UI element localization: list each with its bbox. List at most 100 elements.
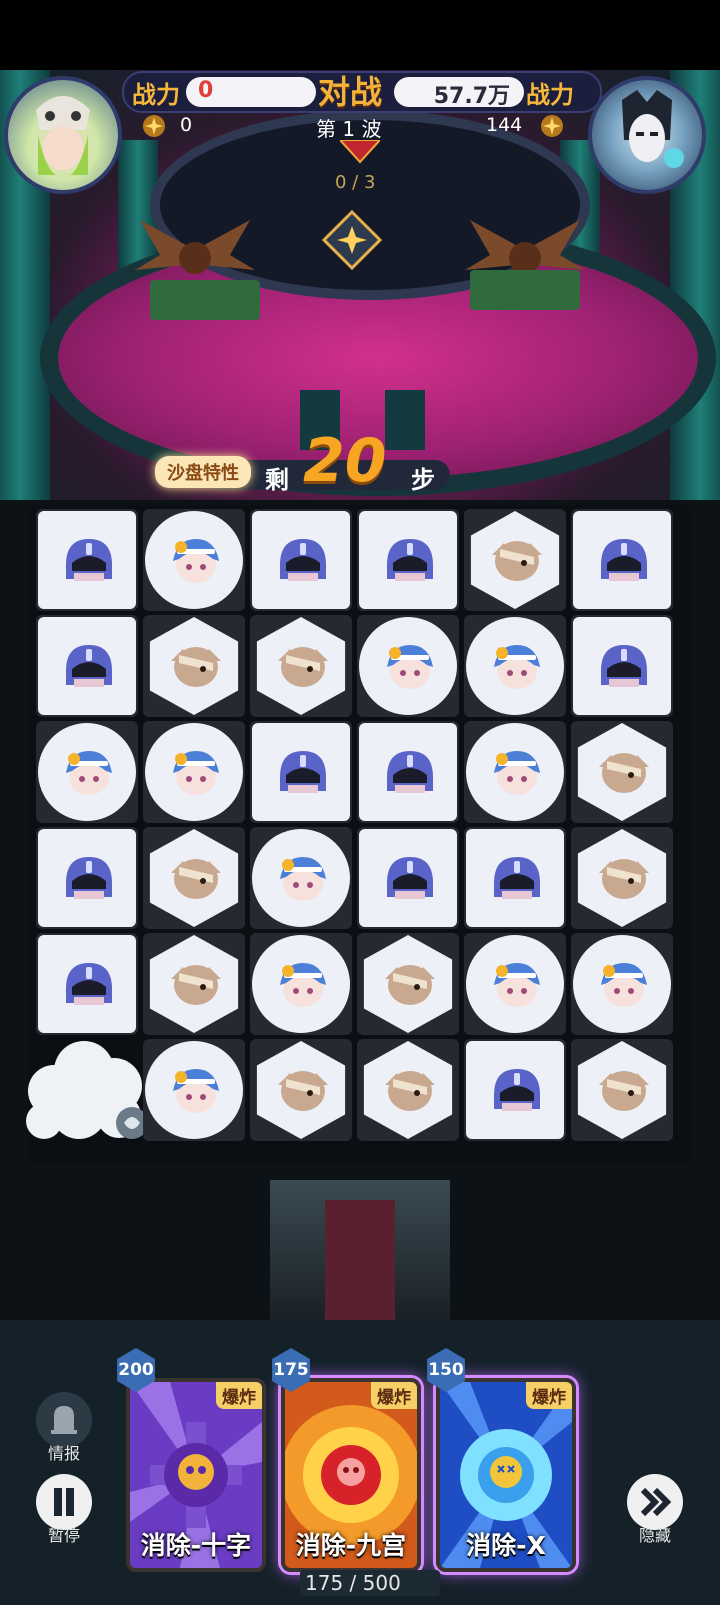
hooded-piece[interactable] [573, 617, 671, 715]
skill-card-x[interactable]: 爆炸 消除-X [436, 1378, 576, 1572]
star-gem-icon [143, 115, 165, 137]
girl-piece[interactable] [466, 935, 564, 1033]
board-cell[interactable] [36, 933, 138, 1035]
hide-label: 隐藏 [638, 1526, 671, 1545]
hooded-piece[interactable] [359, 723, 457, 821]
girl-piece[interactable] [573, 935, 671, 1033]
energy-counter: 175 / 500 [305, 1571, 401, 1595]
hooded-piece[interactable] [466, 1041, 564, 1139]
bandaged-piece[interactable] [470, 511, 560, 609]
hooded-piece[interactable] [573, 511, 671, 609]
hooded-piece[interactable] [38, 935, 136, 1033]
girl-piece-icon [280, 963, 326, 1007]
bandaged-piece[interactable] [149, 935, 239, 1033]
pause-label: 暂停 [47, 1526, 80, 1545]
wave-row: 0 第 1 波 144 [138, 112, 582, 141]
board-cell[interactable] [357, 933, 459, 1035]
board-cell[interactable] [464, 721, 566, 823]
girl-piece[interactable] [252, 935, 350, 1033]
bandaged-piece[interactable] [577, 829, 667, 927]
board-cell[interactable] [571, 721, 673, 823]
bandaged-piece-icon [171, 965, 221, 1005]
arena-carpet [325, 1200, 395, 1320]
bandaged-piece[interactable] [577, 1041, 667, 1139]
board-cell[interactable] [464, 509, 566, 611]
right-power-value: 57.7万 [433, 84, 510, 109]
bandaged-piece[interactable] [149, 829, 239, 927]
board-cell[interactable] [143, 933, 245, 1035]
board-cell[interactable] [143, 509, 245, 611]
hooded-piece[interactable] [466, 829, 564, 927]
sandbox-trait-button[interactable]: 沙盘特性 [155, 456, 251, 488]
board-cell[interactable] [357, 509, 459, 611]
girl-piece[interactable] [145, 511, 243, 609]
board-cell[interactable] [250, 827, 352, 929]
enemy-avatar[interactable] [588, 76, 706, 194]
girl-piece-icon [173, 1069, 219, 1113]
wave-label: 第 1 波 [316, 117, 382, 141]
board-cell[interactable] [250, 615, 352, 717]
hooded-piece-icon [387, 751, 433, 793]
girl-piece-icon [387, 645, 433, 689]
board-cell[interactable] [36, 721, 138, 823]
board-cell[interactable] [250, 1039, 352, 1141]
hooded-piece[interactable] [252, 511, 350, 609]
hooded-piece[interactable] [359, 829, 457, 927]
board-cell[interactable] [357, 615, 459, 717]
skill-card-nine-grid[interactable]: 爆炸 消除-九宫 [281, 1378, 421, 1572]
board-cell[interactable] [464, 615, 566, 717]
girl-piece[interactable] [145, 1041, 243, 1139]
bandaged-piece[interactable] [577, 723, 667, 821]
bandaged-piece[interactable] [256, 1041, 346, 1139]
board-cell[interactable] [26, 1039, 148, 1141]
hooded-piece-icon [601, 539, 647, 581]
board-cell[interactable] [464, 1039, 566, 1141]
girl-piece[interactable] [359, 617, 457, 715]
bandaged-piece[interactable] [363, 935, 453, 1033]
girl-piece[interactable] [252, 829, 350, 927]
board-cell[interactable] [36, 827, 138, 929]
girl-piece[interactable] [145, 723, 243, 821]
board-cell[interactable] [250, 509, 352, 611]
bandaged-piece[interactable] [363, 1041, 453, 1139]
board-cell[interactable] [571, 509, 673, 611]
bandaged-piece[interactable] [149, 617, 239, 715]
board-cell[interactable] [571, 827, 673, 929]
hooded-piece-icon [387, 857, 433, 899]
board-cell[interactable] [143, 721, 245, 823]
board-cell[interactable] [571, 615, 673, 717]
board-cell[interactable] [250, 721, 352, 823]
star-gem-icon [541, 115, 563, 137]
explosion-tag: 爆炸 [526, 1382, 572, 1409]
board-cell[interactable] [357, 1039, 459, 1141]
board-cell[interactable] [250, 933, 352, 1035]
board-cell[interactable] [357, 721, 459, 823]
hooded-piece[interactable] [252, 723, 350, 821]
steps-banner: 沙盘特性 剩 20 步 [155, 426, 455, 500]
hooded-piece[interactable] [359, 511, 457, 609]
board-cell[interactable] [143, 1039, 245, 1141]
bandaged-piece[interactable] [256, 617, 346, 715]
left-power-field: 0 [186, 77, 316, 107]
board-cell[interactable] [36, 509, 138, 611]
player-avatar[interactable] [4, 76, 122, 194]
hooded-piece[interactable] [38, 511, 136, 609]
board-cell[interactable] [143, 827, 245, 929]
board-cell[interactable] [36, 615, 138, 717]
power-bar: 战力 0 对战 57.7万 战力 [122, 71, 602, 113]
hooded-piece[interactable] [38, 829, 136, 927]
hooded-piece-icon [66, 857, 112, 899]
board-cell[interactable] [464, 933, 566, 1035]
board-cell[interactable] [357, 827, 459, 929]
board-cell[interactable] [143, 615, 245, 717]
girl-piece[interactable] [466, 617, 564, 715]
skill-card-cross[interactable]: 爆炸 消除-十字 [126, 1378, 266, 1572]
board-cell[interactable] [571, 933, 673, 1035]
girl-piece-icon [173, 539, 219, 583]
vs-label: 对战 [318, 73, 383, 111]
girl-piece[interactable] [466, 723, 564, 821]
girl-piece[interactable] [38, 723, 136, 821]
board-cell[interactable] [571, 1039, 673, 1141]
board-cell[interactable] [464, 827, 566, 929]
hooded-piece[interactable] [38, 617, 136, 715]
